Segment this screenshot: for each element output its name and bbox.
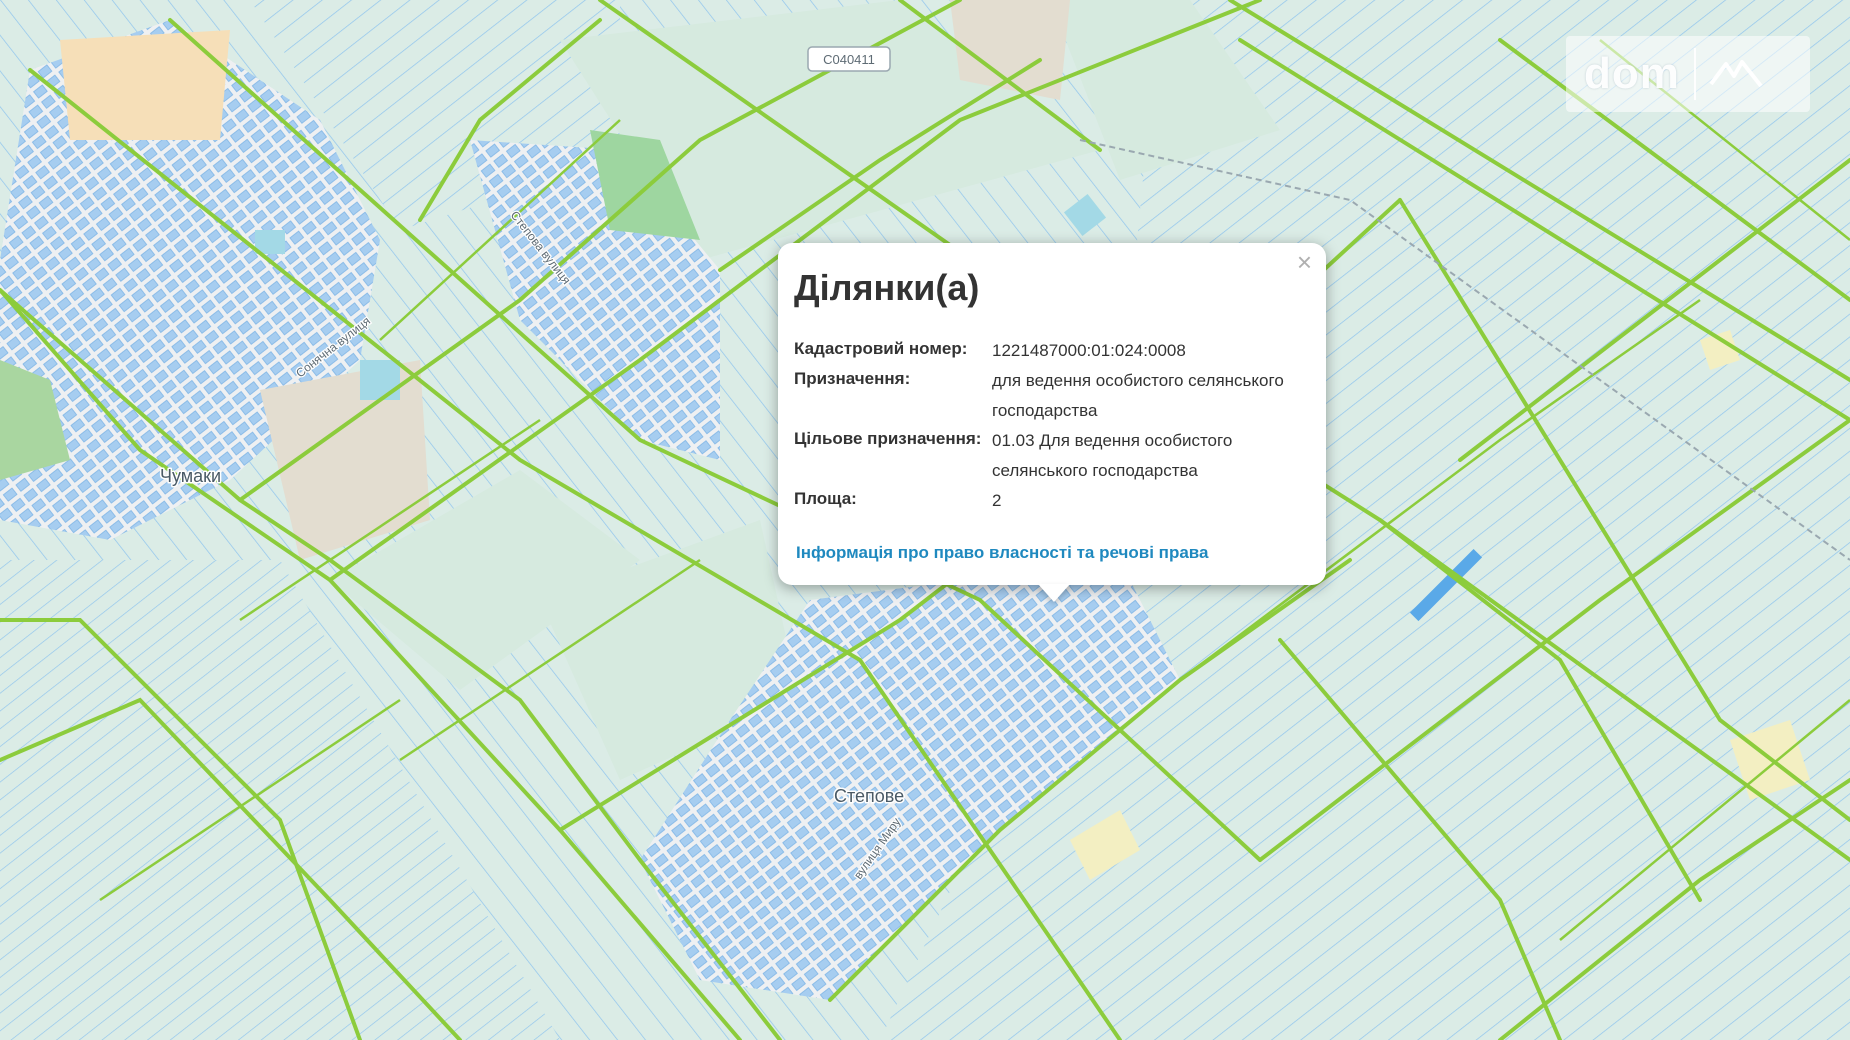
svg-text:С040411: С040411 <box>823 52 875 67</box>
field-label: Призначення: <box>794 369 911 388</box>
ria-logo-icon <box>1709 60 1763 88</box>
industrial-area <box>60 30 230 140</box>
place-label-stepove: Степове <box>834 786 904 806</box>
watermark-divider <box>1693 48 1696 100</box>
field-label: Кадастровий номер: <box>794 339 968 358</box>
ownership-info-link[interactable]: Інформація про право власності та речові… <box>796 543 1208 563</box>
pool <box>360 360 400 400</box>
field-label: Цільове призначення: <box>794 429 982 448</box>
field-value: для ведення особистого селянського госпо… <box>992 371 1284 420</box>
field-value: 2 <box>992 491 1002 510</box>
field-value: 01.03 Для ведення особистого селянського… <box>992 431 1233 480</box>
parcel-info-popup: × Ділянки(а) Кадастровий номер: 12214870… <box>778 243 1326 585</box>
popup-pointer <box>1038 584 1070 602</box>
popup-title: Ділянки(а) <box>794 267 980 308</box>
field-label: Площа: <box>794 489 857 508</box>
place-label-chumaky: Чумаки <box>160 466 221 486</box>
close-icon[interactable]: × <box>1297 249 1312 275</box>
road-shield: С040411 <box>807 46 891 72</box>
watermark-text: dom <box>1584 49 1680 98</box>
watermark-logo: dom <box>1566 36 1810 112</box>
field-value: 1221487000:01:024:0008 <box>992 341 1186 360</box>
